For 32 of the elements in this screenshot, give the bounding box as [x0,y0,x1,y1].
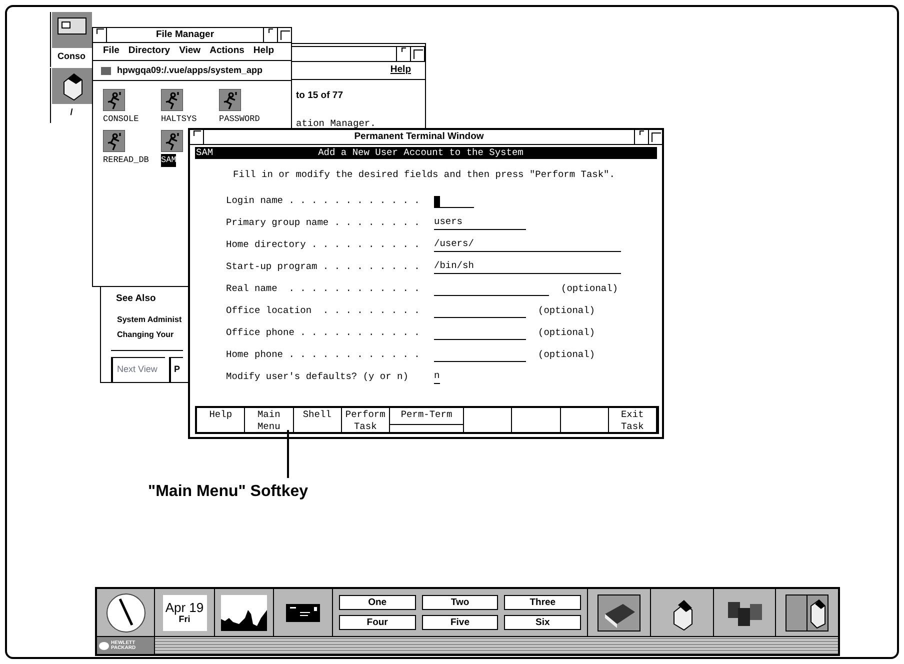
field-label: Login name . . . . . . . . . . . . [226,194,421,208]
screen-heading: Add a New User Account to the System [318,146,524,160]
field-label: Office phone . . . . . . . . . . . [226,326,421,340]
callout-caption: "Main Menu" Softkey [148,482,308,502]
optional-note: (optional) [538,326,596,340]
optional-note: (optional) [561,282,618,296]
field-label: Start-up program . . . . . . . . . [226,260,421,274]
file-name: PASSWORD [219,113,260,126]
field-label: Modify user's defaults? (y or n) [226,370,410,384]
weekday-text: Fri [178,615,190,624]
icon-label: Conso [58,50,86,63]
see-also-heading: See Also [116,292,156,306]
current-path: hpwgqa09:/.vue/apps/system_app [117,64,263,77]
instruction-text: Fill in or modify the desired fields and then press "Perform Task". [233,169,615,180]
topic-position: to 15 of 77 [296,90,343,101]
optional-note: (optional) [538,304,596,318]
file-name: CONSOLE [103,113,139,126]
help-text: ation Manager. [296,118,376,129]
file-name: SAM [161,154,176,166]
date-text: Apr 19 [165,601,204,614]
field-label: Real name . . . . . . . . . . . . [226,282,421,296]
file-name: HALTSYS [161,113,197,126]
app-name: SAM [196,146,214,160]
field-label: Primary group name . . . . . . . . [226,216,421,230]
field-label: Home phone . . . . . . . . . . . . [226,348,421,362]
field-label: Home directory . . . . . . . . . . [226,238,421,252]
window-title: Permanent Terminal Window [354,130,484,144]
window-title: File Manager [156,28,214,42]
optional-note: (optional) [538,348,596,362]
file-name: REREAD_DB [103,154,149,166]
field-label: Office location . . . . . . . . . [226,304,421,318]
icon-label: / [70,106,73,119]
